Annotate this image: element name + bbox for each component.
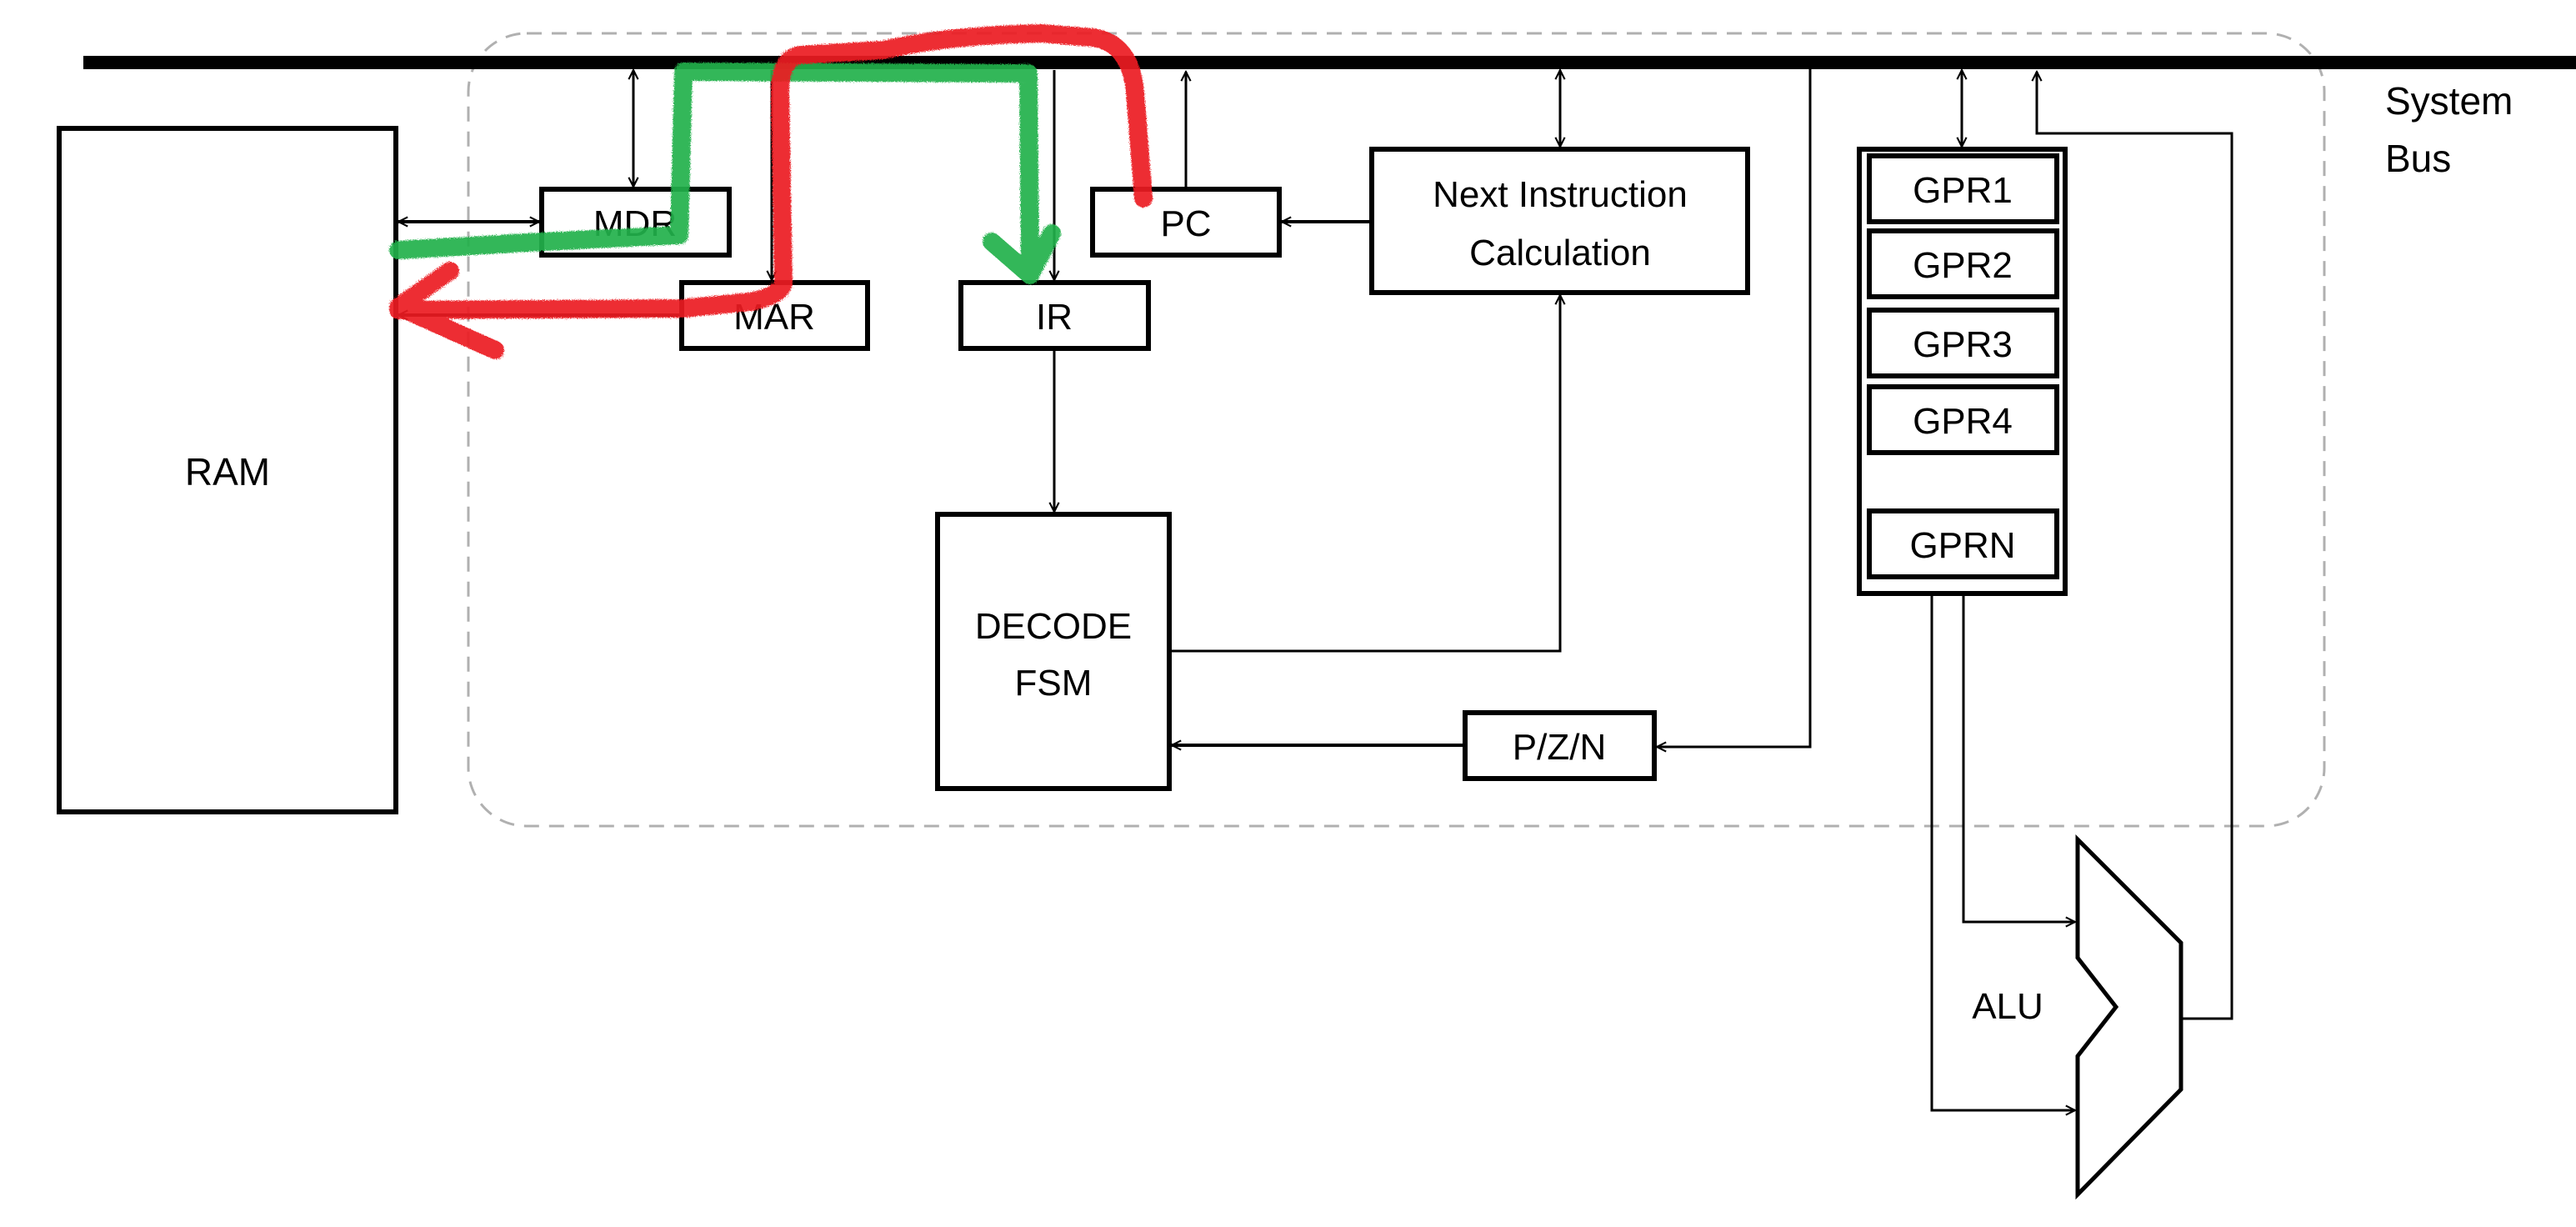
gpr3-label: GPR3 (1913, 324, 2013, 365)
ir-label: IR (1036, 297, 1073, 338)
wire-gpr-alu-b (1930, 593, 2075, 1110)
nic-label-line2: Calculation (1469, 233, 1651, 273)
gprn-label: GPRN (1909, 525, 2015, 566)
gpr1-register: GPR1 (1867, 153, 2059, 224)
gpr3-register: GPR3 (1867, 308, 2059, 378)
system-bus-label-line2: Bus (2385, 137, 2451, 180)
cpu-datapath-diagram: System Bus RAM MDR MAR IR PC Next Instru… (57, 24, 2576, 1200)
gpr2-register: GPR2 (1867, 228, 2059, 299)
pzn-label: P/Z/N (1513, 727, 1606, 768)
gpr4-label: GPR4 (1913, 401, 2013, 442)
pc-label: PC (1160, 203, 1211, 244)
system-bus-label-line1: System (2385, 79, 2513, 123)
gprn-register: GPRN (1867, 508, 2059, 579)
decode-label-line1: DECODE (975, 606, 1132, 647)
alu-label: ALU (1972, 986, 2043, 1027)
wire-decode-nic (1169, 295, 1560, 653)
alu-block (2075, 834, 2183, 1200)
ram-label: RAM (185, 450, 270, 493)
decode-fsm-block (935, 512, 1172, 791)
gpr1-label: GPR1 (1913, 170, 2013, 211)
nic-label-line1: Next Instruction (1433, 174, 1688, 215)
gpr2-label: GPR2 (1913, 245, 2013, 286)
wire-gpr-alu-a (1962, 593, 2075, 922)
decode-label-line2: FSM (1015, 663, 1093, 704)
gpr4-register: GPR4 (1867, 384, 2059, 455)
